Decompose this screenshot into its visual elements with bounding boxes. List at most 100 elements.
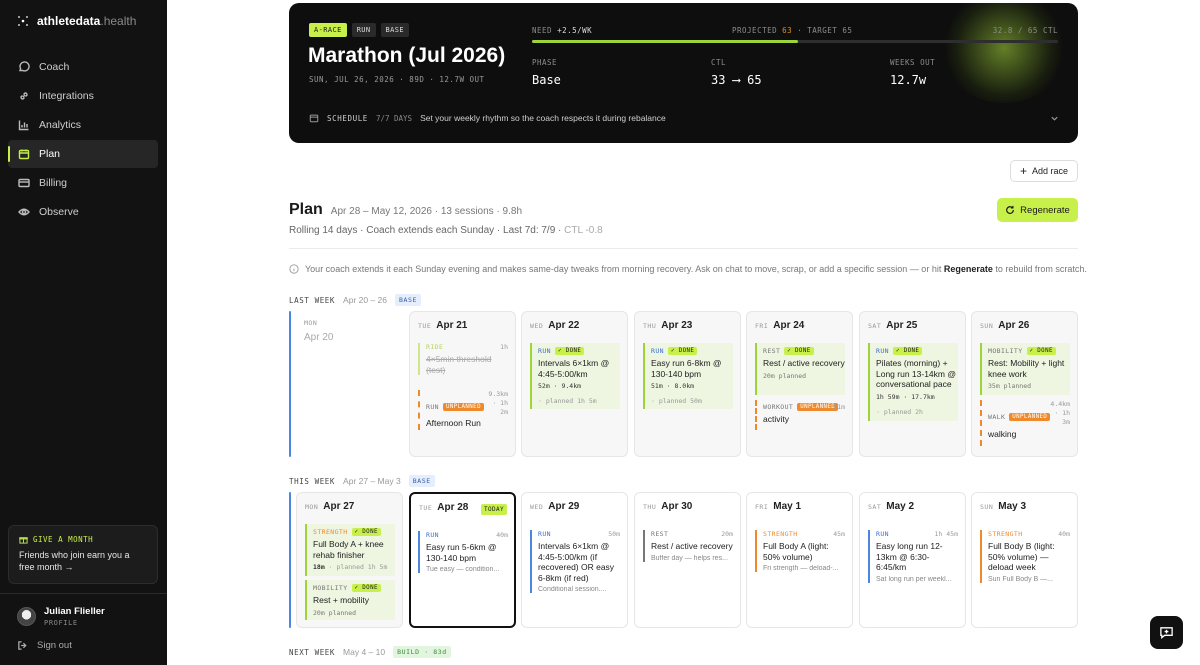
- nav-label: Coach: [39, 61, 70, 73]
- day-card-wed[interactable]: WED Apr 29 RUN 50m Intervals 6×1km @ 4:45…: [521, 492, 628, 628]
- session-duration: 4.4km · 1h 3m: [1050, 400, 1070, 426]
- nav-plan[interactable]: Plan: [8, 140, 158, 168]
- schedule-label: SCHEDULE: [327, 113, 368, 123]
- done-label: DONE: [795, 348, 811, 354]
- session-name: Rest / active recovery: [763, 358, 845, 368]
- day-dow: TUE: [419, 504, 433, 512]
- day-card-fri[interactable]: FRI Apr 24 REST ✓ DONE Rest / active recov…: [746, 311, 853, 457]
- done-label: DONE: [903, 348, 920, 354]
- need-readout: NEED +2.5/WK: [532, 26, 592, 35]
- session-run-unplanned[interactable]: RUN UNPLANNED 9.3km · 1h 2m Afternoon Run: [418, 390, 508, 430]
- session-mobility-done[interactable]: MOBILITY ✓ DONE Rest: Mobility + light kn…: [980, 343, 1070, 395]
- sign-out-button[interactable]: Sign out: [17, 640, 72, 651]
- session-type: RIDE: [426, 343, 444, 351]
- brand-name: athletedata: [37, 14, 101, 28]
- day-card-mon[interactable]: MON Apr 27 STRENGTH ✓ DONE Full Body A + k…: [296, 492, 403, 628]
- chat-button[interactable]: [1150, 616, 1183, 649]
- day-date: May 3: [998, 501, 1027, 512]
- session-walk-unplanned[interactable]: WALK UNPLANNED 4.4km · 1h 3m walking: [980, 400, 1070, 446]
- day-card-thu[interactable]: THU Apr 30 REST 20m Rest / active recover…: [634, 492, 741, 628]
- promo-text: Friends who join earn you a free month →: [19, 550, 130, 572]
- day-card-sat[interactable]: SAT Apr 25 RUN ✓ DONE Pilates (morning) + …: [859, 311, 966, 457]
- schedule-row[interactable]: SCHEDULE 7/7 DAYS Set your weekly rhythm…: [309, 113, 1059, 123]
- day-dow: SUN: [980, 503, 994, 511]
- day-dow: SAT: [868, 503, 882, 511]
- session-run-done[interactable]: RUN ✓ DONE Pilates (morning) + Long run 1…: [868, 343, 958, 421]
- nav-integrations[interactable]: Integrations: [8, 82, 158, 110]
- week-phase-pill: BASE: [408, 475, 435, 487]
- session-duration: 1h: [500, 343, 508, 351]
- nav-label: Billing: [39, 177, 68, 189]
- add-race-button[interactable]: + Add race: [1010, 160, 1078, 182]
- day-card-fri[interactable]: FRI May 1 STRENGTH 45m Full Body A (light…: [746, 492, 853, 628]
- day-card-mon[interactable]: MON Apr 20: [296, 311, 403, 457]
- user-name: Julian Flieller: [44, 606, 105, 617]
- nav-coach[interactable]: Coach: [8, 53, 158, 81]
- nav-observe[interactable]: Observe: [8, 198, 158, 226]
- referral-promo[interactable]: GIVE A MONTH Friends who join earn you a…: [8, 525, 158, 584]
- chevron-down-icon[interactable]: [1050, 114, 1059, 123]
- week-indicator-line: [289, 492, 291, 628]
- user-profile[interactable]: Julian Flieller PROFILE: [17, 606, 105, 627]
- session-strength-done[interactable]: STRENGTH ✓ DONE Full Body A + knee rehab …: [305, 524, 395, 576]
- plan-header: Plan Apr 28 – May 12, 2026 · 13 sessions…: [289, 201, 522, 219]
- session-planned: · planned 1h 5m: [538, 397, 597, 405]
- race-badges: A-RACE RUN BASE: [309, 23, 409, 37]
- done-badge: ✓ DONE: [667, 347, 698, 355]
- session-duration: 20m: [721, 530, 733, 538]
- session-name: 4×5min threshold (test): [426, 354, 492, 375]
- session-description: Fri strength — deload-...: [763, 565, 839, 572]
- last-week-label: LAST WEEK Apr 20 – 26 BASE: [289, 294, 422, 306]
- week-label: NEXT WEEK: [289, 647, 336, 657]
- eye-icon: [18, 208, 30, 216]
- brand-logo[interactable]: athletedata.health: [17, 14, 136, 28]
- nav-analytics[interactable]: Analytics: [8, 111, 158, 139]
- session-duration: 40m: [496, 531, 508, 539]
- session-run[interactable]: RUN 40m Easy run 5-6km @ 130-140 bpm Tue…: [418, 531, 508, 573]
- this-week-label: THIS WEEK Apr 27 – May 3 BASE: [289, 475, 435, 487]
- regenerate-button[interactable]: Regenerate: [997, 198, 1078, 222]
- plus-icon: +: [1019, 164, 1027, 178]
- day-dow: FRI: [755, 322, 769, 330]
- session-run-done[interactable]: RUN ✓ DONE Intervals 6×1km @ 4:45-5:00/km…: [530, 343, 620, 409]
- day-dow: MON: [305, 503, 319, 511]
- session-strength[interactable]: STRENGTH 40m Full Body B (light: 50% vol…: [980, 530, 1070, 583]
- session-run-done[interactable]: RUN ✓ DONE Easy run 6-8km @ 130-140 bpm 5…: [643, 343, 733, 409]
- race-subtitle: SUN, JUL 26, 2026 · 89D · 12.7W OUT: [309, 75, 485, 84]
- session-run[interactable]: RUN 1h 45m Easy long run 12-13km @ 6:30-…: [868, 530, 958, 583]
- chart-icon: [18, 120, 29, 131]
- week-indicator-line: [289, 311, 291, 457]
- day-card-sun[interactable]: SUN Apr 26 MOBILITY ✓ DONE Rest: Mobility …: [971, 311, 1078, 457]
- ctl-readout: 32.8 / 65 CTL: [992, 26, 1058, 35]
- phase-stat: PHASE Base: [532, 58, 561, 87]
- day-card-tue[interactable]: TUE Apr 21 RIDE 1h 4×5min threshold (test…: [409, 311, 516, 457]
- session-rest-done[interactable]: REST ✓ DONE Rest / active recovery 20m pl…: [755, 343, 845, 395]
- week-range: Apr 27 – May 3: [343, 476, 401, 486]
- day-card-sun[interactable]: SUN May 3 STRENGTH 40m Full Body B (light…: [971, 492, 1078, 628]
- plan-sub-text: Rolling 14 days · Coach extends each Sun…: [289, 225, 562, 236]
- weeks-value: 12.7w: [890, 73, 927, 87]
- day-card-sat[interactable]: SAT May 2 RUN 1h 45m Easy long run 12-13k…: [859, 492, 966, 628]
- day-dow: SAT: [868, 322, 882, 330]
- session-rest[interactable]: REST 20m Rest / active recovery Buffer d…: [643, 530, 733, 562]
- day-card-tue-today[interactable]: TUE Apr 28 TODAY RUN 40m Easy run 5-6km @…: [409, 492, 516, 628]
- session-name: Rest / active recovery: [651, 541, 733, 551]
- session-workout-unplanned[interactable]: WORKOUT UNPLANNED 51m activity: [755, 400, 845, 430]
- calendar-icon: [18, 149, 30, 160]
- chat-icon: [19, 61, 30, 72]
- session-mobility-done[interactable]: MOBILITY ✓ DONE Rest + mobility 20m plann…: [305, 580, 395, 620]
- session-strength[interactable]: STRENGTH 45m Full Body A (light: 50% vol…: [755, 530, 845, 572]
- ctl-value: 33 ⟶ 65: [711, 73, 762, 87]
- promo-tag-text: GIVE A MONTH: [33, 535, 94, 544]
- link-icon: [20, 92, 28, 100]
- session-type: MOBILITY: [988, 347, 1023, 355]
- session-ride[interactable]: RIDE 1h 4×5min threshold (test): [418, 343, 508, 375]
- schedule-text: Set your weekly rhythm so the coach resp…: [420, 113, 666, 123]
- day-card-wed[interactable]: WED Apr 22 RUN ✓ DONE Intervals 6×1km @ 4:…: [521, 311, 628, 457]
- session-run[interactable]: RUN 50m Intervals 6×1km @ 4:45-5:00/km (…: [530, 530, 620, 593]
- plan-subtitle: Rolling 14 days · Coach extends each Sun…: [289, 225, 603, 236]
- day-card-thu[interactable]: THU Apr 23 RUN ✓ DONE Easy run 6-8km @ 130…: [634, 311, 741, 457]
- session-duration: 51m: [833, 403, 845, 411]
- nav-billing[interactable]: Billing: [8, 169, 158, 197]
- sidebar-divider: [0, 593, 167, 594]
